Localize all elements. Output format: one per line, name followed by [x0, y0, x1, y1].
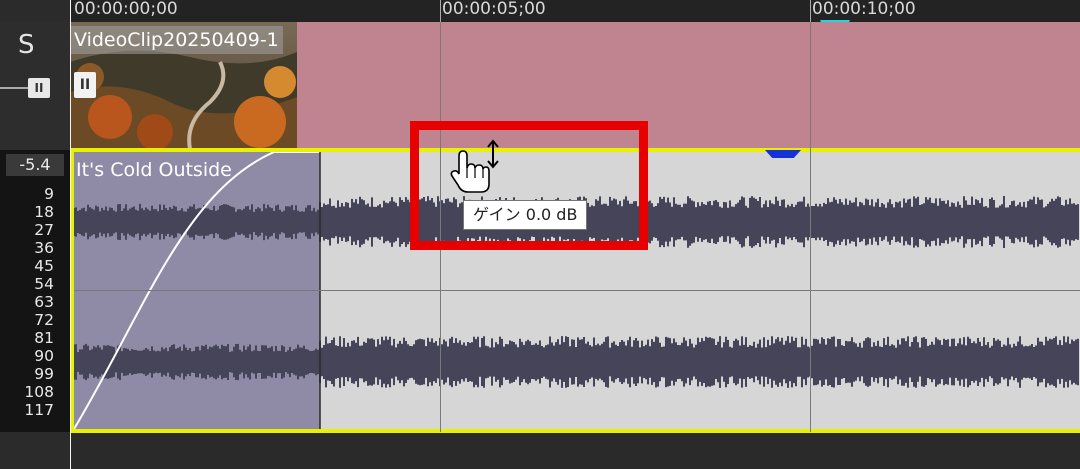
meter-scale-label: 108 — [24, 383, 54, 401]
gain-tooltip: ゲイン 0.0 dB — [463, 200, 588, 230]
ruler-tick — [440, 0, 441, 22]
meter-scale-label: 54 — [34, 275, 54, 293]
meter-scale-label: 45 — [34, 257, 54, 275]
meter-scale: 9 18 27 36 45 54 63 72 81 90 99 108 117 — [8, 185, 54, 419]
solo-button[interactable]: S — [18, 30, 35, 60]
timeline-bottom-bar — [70, 433, 1080, 469]
clip-pause-icon[interactable]: II — [74, 72, 96, 98]
meter-scale-label: 9 — [44, 185, 54, 203]
volume-slider-track[interactable] — [0, 87, 30, 89]
channel-divider — [74, 290, 1080, 291]
hand-pointer-icon — [450, 139, 499, 193]
meter-scale-label: 90 — [34, 347, 54, 365]
meter-scale-label: 63 — [34, 293, 54, 311]
meter-scale-label: 72 — [34, 311, 54, 329]
timecode-0: 00:00:00;00 — [74, 0, 178, 19]
meter-scale-label: 117 — [24, 401, 54, 419]
video-clip-title: VideoClip20250409-1 — [70, 26, 283, 54]
meter-scale-label: 27 — [34, 221, 54, 239]
meter-scale-label: 81 — [34, 329, 54, 347]
timecode-10: 00:00:10;00 — [812, 0, 916, 19]
meter-scale-label: 99 — [34, 365, 54, 383]
ruler-tick — [810, 0, 811, 22]
volume-slider-thumb[interactable]: II — [28, 78, 50, 98]
audio-clip-title: It's Cold Outside — [76, 159, 232, 181]
level-readout: -5.4 — [6, 154, 64, 176]
waveform-channel — [74, 336, 1079, 388]
grid-line — [810, 22, 811, 432]
timecode-5: 00:00:05;00 — [442, 0, 546, 19]
meter-scale-label: 36 — [34, 239, 54, 257]
timeline-ruler[interactable]: 00:00:00;00 00:00:05;00 00:00:10;00 — [70, 0, 1080, 23]
meter-scale-label: 18 — [34, 203, 54, 221]
playhead[interactable] — [70, 0, 71, 469]
